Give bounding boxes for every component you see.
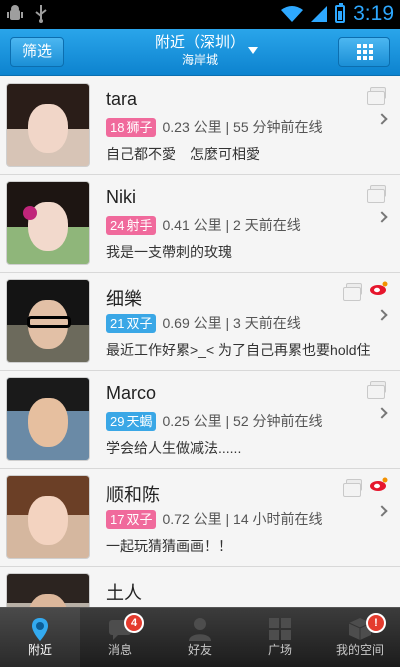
user-name: Niki: [106, 187, 136, 207]
glasses-icon: [27, 316, 71, 328]
filter-button[interactable]: 筛选: [10, 37, 64, 67]
photo-album-icon: [343, 283, 362, 301]
nav-bar: 筛选 附近（深圳） 海岸城: [0, 29, 400, 76]
distance-text: 0.72 公里 | 14 小时前在线: [162, 511, 323, 527]
chevron-right-icon: [376, 407, 388, 419]
user-meta: 21 双子 0.69 公里 | 3 天前在线: [106, 313, 301, 333]
flower-icon: [23, 206, 37, 220]
list-item[interactable]: tara 18 狮子 0.23 公里 | 55 分钟前在线 自己都不愛 怎麼可相愛: [0, 77, 400, 175]
list-item[interactable]: Niki 24 射手 0.41 公里 | 2 天前在线 我是一支帶刺的玫瑰: [0, 175, 400, 273]
distance-text: 0.23 公里 | 55 分钟前在线: [162, 119, 323, 135]
grid-view-button[interactable]: [338, 37, 390, 67]
nearby-user-list: tara 18 狮子 0.23 公里 | 55 分钟前在线 自己都不愛 怎麼可相愛…: [0, 77, 400, 607]
chevron-right-icon: [376, 505, 388, 517]
usb-icon: [32, 4, 50, 24]
user-meta: 17 双子 0.72 公里 | 14 小时前在线: [106, 509, 323, 529]
weibo-icon: [370, 477, 388, 491]
user-name: 土人: [106, 583, 142, 603]
distance-text: 0.25 公里 | 52 分钟前在线: [162, 413, 323, 429]
age-sign-badge: 21 双子: [106, 313, 157, 333]
photo-album-icon: [367, 185, 386, 203]
distance-text: 0.41 公里 | 2 天前在线: [162, 217, 301, 233]
battery-icon: [335, 3, 346, 23]
person-icon: [189, 618, 211, 641]
page-subtitle: 海岸城: [181, 53, 218, 67]
tab-label: 消息: [107, 643, 132, 657]
list-item[interactable]: 顺和陈 17 双子 0.72 公里 | 14 小时前在线 一起玩猜猜画画！！: [0, 469, 400, 567]
tab-friends[interactable]: 好友: [160, 608, 240, 667]
plaza-grid-icon: [269, 618, 291, 640]
user-meta: 24 射手 0.41 公里 | 2 天前在线: [106, 215, 301, 235]
location-selector[interactable]: 附近（深圳） 海岸城: [110, 34, 290, 68]
signature-text: 我是一支帶刺的玫瑰: [106, 244, 232, 260]
wifi-icon: [281, 6, 304, 22]
age-sign-badge: 17 双子: [106, 509, 157, 529]
tab-label: 广场: [267, 643, 292, 657]
photo-album-icon: [367, 87, 386, 105]
signal-icon: [311, 6, 328, 22]
tab-my-space[interactable]: ! 我的空间: [320, 608, 400, 667]
signature-text: 自己都不愛 怎麼可相愛: [106, 146, 260, 162]
distance-text: 0.69 公里 | 3 天前在线: [162, 315, 301, 331]
alert-badge: !: [366, 613, 386, 633]
age-sign-badge: 29 天蝎: [106, 411, 157, 431]
avatar: [6, 377, 90, 461]
tab-label: 附近: [27, 643, 52, 657]
avatar: [6, 573, 90, 607]
location-pin-icon: [32, 618, 48, 641]
avatar: [6, 279, 90, 363]
dropdown-caret-icon[interactable]: [248, 47, 258, 54]
user-name: Marco: [106, 383, 157, 403]
grid-icon: [357, 44, 373, 60]
user-meta: 18 狮子 0.23 公里 | 55 分钟前在线: [106, 117, 323, 137]
tab-label: 我的空间: [335, 643, 384, 657]
weibo-icon: [370, 281, 388, 295]
avatar: [6, 83, 90, 167]
avatar: [6, 181, 90, 265]
tab-label: 好友: [187, 643, 212, 657]
unread-count-badge: 4: [124, 613, 144, 633]
list-item[interactable]: 土人: [0, 567, 400, 607]
tab-nearby[interactable]: 附近: [0, 608, 80, 667]
signature-text: 最近工作好累>_< 为了自己再累也要hold住: [106, 342, 371, 358]
list-item[interactable]: 细樂 21 双子 0.69 公里 | 3 天前在线 最近工作好累>_< 为了自己再…: [0, 273, 400, 371]
chevron-right-icon: [376, 309, 388, 321]
tab-plaza[interactable]: 广场: [240, 608, 320, 667]
photo-album-icon: [343, 479, 362, 497]
age-sign-badge: 18 狮子: [106, 117, 157, 137]
signature-text: 学会给人生做减法......: [106, 440, 242, 456]
user-meta: 29 天蝎 0.25 公里 | 52 分钟前在线: [106, 411, 323, 431]
user-name: 顺和陈: [106, 485, 160, 505]
user-name: 细樂: [106, 289, 142, 309]
chevron-right-icon: [376, 113, 388, 125]
android-debug-icon: [6, 4, 24, 24]
photo-album-icon: [367, 381, 386, 399]
signature-text: 一起玩猜猜画画！！: [106, 538, 232, 554]
user-name: tara: [106, 89, 138, 109]
avatar: [6, 475, 90, 559]
age-sign-badge: 24 射手: [106, 215, 157, 235]
page-title: 附近（深圳）: [154, 34, 245, 51]
status-bar: 3:19: [0, 0, 400, 29]
status-clock: 3:19: [353, 2, 394, 25]
list-item[interactable]: Marco 29 天蝎 0.25 公里 | 52 分钟前在线 学会给人生做减法..…: [0, 371, 400, 469]
tab-messages[interactable]: 4 消息: [80, 608, 160, 667]
bottom-tab-bar: 附近 4 消息 好友 广场 ! 我的空间: [0, 607, 400, 667]
chevron-right-icon: [376, 211, 388, 223]
